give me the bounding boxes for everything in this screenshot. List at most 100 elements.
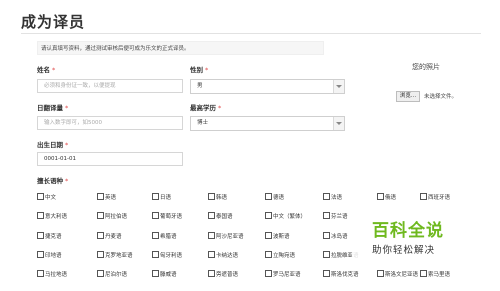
language-checkbox[interactable]: 丹麦语 xyxy=(97,232,122,241)
checkbox-icon[interactable] xyxy=(377,193,384,200)
language-checkbox-label: 马拉地语 xyxy=(45,272,68,278)
checkbox-icon[interactable] xyxy=(208,251,215,258)
language-checkbox[interactable]: 芬兰语 xyxy=(323,212,348,221)
language-checkbox-label: 韩语 xyxy=(216,195,228,201)
language-checkbox[interactable]: 泰国语 xyxy=(208,212,233,221)
language-checkbox-label: 中文 xyxy=(45,195,57,201)
checkbox-icon[interactable] xyxy=(37,232,44,239)
required-mark: * xyxy=(52,66,56,74)
language-checkbox[interactable]: 阿拉伯语 xyxy=(97,212,127,221)
daily-volume-input[interactable]: 输入数字即可，如5000 xyxy=(37,116,183,130)
checkbox-icon[interactable] xyxy=(97,251,104,258)
language-checkbox[interactable]: 克罗地亚语 xyxy=(97,251,133,260)
checkbox-icon[interactable] xyxy=(152,212,159,219)
daily-volume-label: 日翻译量 * xyxy=(37,102,68,112)
language-checkbox[interactable]: 德语 xyxy=(265,193,284,202)
language-checkbox[interactable]: 旁遮普语 xyxy=(208,270,238,279)
language-checkbox-label: 泰国语 xyxy=(216,214,233,220)
language-checkbox-label: 希腊语 xyxy=(160,234,177,240)
checkbox-icon[interactable] xyxy=(323,212,330,219)
checkbox-icon[interactable] xyxy=(208,270,215,277)
education-label-text: 最高学历 xyxy=(190,104,216,112)
language-checkbox-label: 丹麦语 xyxy=(105,234,122,240)
language-checkbox[interactable]: 西班牙语 xyxy=(420,193,450,202)
checkbox-icon[interactable] xyxy=(265,232,272,239)
checkbox-icon[interactable] xyxy=(208,212,215,219)
photo-label: 您的照片 xyxy=(412,63,440,71)
checkbox-icon[interactable] xyxy=(208,193,215,200)
checkbox-icon[interactable] xyxy=(37,270,44,277)
language-checkbox[interactable]: 希腊语 xyxy=(152,232,177,241)
language-checkbox[interactable]: 卡纳达语 xyxy=(208,251,238,260)
language-checkbox[interactable]: 斯洛伐克语 xyxy=(323,270,359,279)
required-mark: * xyxy=(218,104,222,112)
language-checkbox-label: 滕威语 xyxy=(160,272,177,278)
language-checkbox[interactable]: 印地语 xyxy=(37,251,62,260)
checkbox-icon[interactable] xyxy=(323,270,330,277)
language-checkbox-label: 俄语 xyxy=(385,195,397,201)
browse-button[interactable]: 浏览... xyxy=(396,91,420,102)
language-checkbox[interactable]: 立陶宛语 xyxy=(265,251,295,260)
checkbox-icon[interactable] xyxy=(208,232,215,239)
language-checkbox[interactable]: 波斯语 xyxy=(265,232,290,241)
language-checkbox[interactable]: 冰岛语 xyxy=(323,232,348,241)
name-input[interactable]: 必须和身份证一致，以便提现 xyxy=(37,79,183,93)
checkbox-icon[interactable] xyxy=(152,232,159,239)
language-checkbox[interactable]: 俄语 xyxy=(377,193,396,202)
daily-volume-label-text: 日翻译量 xyxy=(37,104,63,112)
language-checkbox[interactable]: 日语 xyxy=(152,193,171,202)
checkbox-icon[interactable] xyxy=(152,193,159,200)
language-checkbox[interactable]: 匈牙利语 xyxy=(152,251,182,260)
language-checkbox[interactable]: 韩语 xyxy=(208,193,227,202)
checkbox-icon[interactable] xyxy=(37,251,44,258)
language-checkbox[interactable]: 葡萄牙语 xyxy=(152,212,182,221)
checkbox-icon[interactable] xyxy=(37,212,44,219)
checkbox-icon[interactable] xyxy=(323,232,330,239)
checkbox-icon[interactable] xyxy=(420,193,427,200)
language-checkbox-label: 阿沙尼亚语 xyxy=(216,234,244,240)
languages-label: 擅长语种 * xyxy=(37,175,68,185)
checkbox-icon[interactable] xyxy=(152,251,159,258)
checkbox-icon[interactable] xyxy=(420,270,427,277)
language-checkbox-label: 索马里语 xyxy=(428,272,451,278)
language-checkbox-label: 捷克语 xyxy=(45,234,62,240)
language-checkbox-label: 波斯语 xyxy=(273,234,290,240)
language-checkbox[interactable]: 阿沙尼亚语 xyxy=(208,232,244,241)
checkbox-icon[interactable] xyxy=(265,212,272,219)
checkbox-icon[interactable] xyxy=(323,251,330,258)
language-checkbox[interactable]: 索马里语 xyxy=(420,270,450,279)
checkbox-icon[interactable] xyxy=(37,193,44,200)
divider xyxy=(21,33,481,34)
language-checkbox[interactable]: 罗马尼亚语 xyxy=(265,270,301,279)
checkbox-icon[interactable] xyxy=(323,193,330,200)
checkbox-icon[interactable] xyxy=(265,251,272,258)
checkbox-icon[interactable] xyxy=(377,270,384,277)
language-checkbox-label: 立陶宛语 xyxy=(273,253,296,259)
birthdate-input[interactable]: 0001-01-01 xyxy=(37,152,183,166)
language-checkbox[interactable]: 英语 xyxy=(97,193,116,202)
language-checkbox[interactable]: 法语 xyxy=(323,193,342,202)
language-checkbox-label: 克罗地亚语 xyxy=(105,253,133,259)
language-checkbox[interactable]: 中文 xyxy=(37,193,56,202)
language-checkbox-label: 印地语 xyxy=(45,253,62,259)
language-checkbox[interactable]: 斯洛文尼亚语 xyxy=(377,270,418,279)
language-checkbox[interactable]: 尼泊尔语 xyxy=(97,270,127,279)
language-checkbox[interactable]: 意大利语 xyxy=(37,212,67,221)
language-checkbox[interactable]: 捷克语 xyxy=(37,232,62,241)
watermark-title: 百科全说 xyxy=(372,221,444,241)
checkbox-icon[interactable] xyxy=(97,212,104,219)
languages-label-text: 擅长语种 xyxy=(37,177,63,185)
language-checkbox-label: 法语 xyxy=(331,195,343,201)
checkbox-icon[interactable] xyxy=(97,193,104,200)
required-mark: * xyxy=(65,141,69,149)
checkbox-icon[interactable] xyxy=(265,193,272,200)
checkbox-icon[interactable] xyxy=(97,270,104,277)
language-checkbox[interactable]: 中文（繁体） xyxy=(265,212,306,221)
checkbox-icon[interactable] xyxy=(97,232,104,239)
language-checkbox[interactable]: 滕威语 xyxy=(152,270,177,279)
checkbox-icon[interactable] xyxy=(152,270,159,277)
checkbox-icon[interactable] xyxy=(265,270,272,277)
gender-select[interactable]: 男 xyxy=(190,79,345,94)
language-checkbox[interactable]: 马拉地语 xyxy=(37,270,67,279)
education-select[interactable]: 博士 xyxy=(190,116,345,131)
